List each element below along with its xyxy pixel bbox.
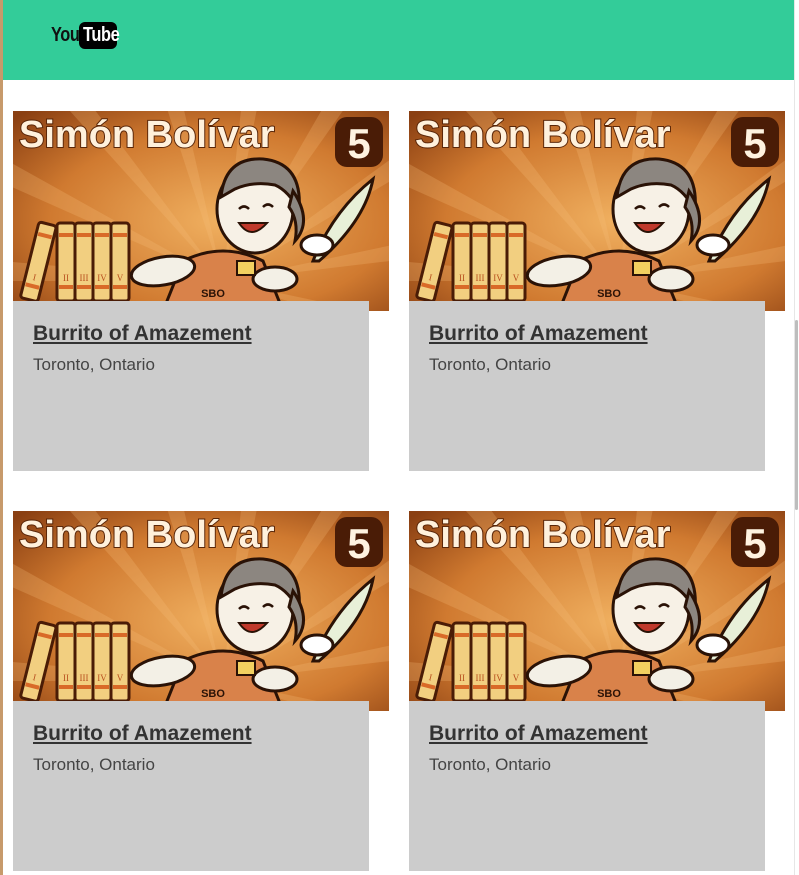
svg-text:II: II [63,273,69,283]
video-card[interactable]: Simón Bolívar 5 I II III IV V SBO Burrito of Am… [409,111,785,471]
video-card[interactable]: Simón Bolívar 5 I II III IV V SBO Burrito of Am… [13,111,389,471]
book-spine: II [451,621,473,703]
logo-text-you: You [51,24,80,46]
vertical-scrollbar[interactable] [794,0,799,875]
video-title-link[interactable]: Burrito of Amazement [429,721,745,747]
video-location: Toronto, Ontario [429,355,551,374]
thumbnail-artwork: Simón Bolívar 5I II III IV VSBO [13,111,389,311]
book-spine: IV [487,621,509,703]
video-thumbnail[interactable]: Simón Bolívar 5 I II III IV V SBO [13,511,389,711]
book-spine: IV [91,621,113,703]
svg-text:II: II [459,673,465,683]
episode-number: 5 [743,520,766,567]
card-info-panel: Burrito of Amazement Toronto, Ontario [409,301,765,471]
svg-text:V: V [513,673,520,683]
youtube-logo[interactable]: You Tube [51,22,120,49]
svg-text:III: III [476,673,485,683]
page-left-border [0,0,3,875]
thumbnail-heading: Simón Bolívar [415,514,671,556]
card-info-panel: Burrito of Amazement Toronto, Ontario [409,701,765,871]
svg-text:V: V [117,273,124,283]
card-info-panel: Burrito of Amazement Toronto, Ontario [13,301,369,471]
site-header: You Tube [3,0,794,80]
book-spine: IV [487,221,509,303]
book-spine: II [55,621,77,703]
thumbnail-heading: Simón Bolívar [415,114,671,156]
svg-text:III: III [80,273,89,283]
video-thumbnail[interactable]: Simón Bolívar 5 I II III IV V SBO [409,111,785,311]
thumbnail-artwork: Simón Bolívar 5I II III IV VSBO [409,111,785,311]
video-location: Toronto, Ontario [33,355,155,374]
thumbnail-artwork: Simón Bolívar 5I II III IV VSBO [409,511,785,711]
video-location: Toronto, Ontario [33,755,155,774]
episode-number: 5 [347,120,370,167]
uniform-initials: SBO [201,288,225,300]
svg-text:V: V [513,273,520,283]
video-title-link[interactable]: Burrito of Amazement [33,721,349,747]
thumbnail-heading: Simón Bolívar [19,114,275,156]
book-spine: V [109,221,131,303]
uniform-initials: SBO [597,288,621,300]
book-spine: II [55,221,77,303]
logo-text-tube: Tube [83,24,120,46]
video-location: Toronto, Ontario [429,755,551,774]
episode-number: 5 [743,120,766,167]
logo-badge-tube: Tube [79,22,120,49]
book-spine: V [109,621,131,703]
svg-text:V: V [117,673,124,683]
svg-text:IV: IV [493,273,503,283]
svg-text:II: II [63,673,69,683]
thumbnail-heading: Simón Bolívar [19,514,275,556]
card-info-panel: Burrito of Amazement Toronto, Ontario [13,701,369,871]
book-spine: III [469,621,491,703]
svg-text:IV: IV [97,673,107,683]
book-spine: III [73,221,95,303]
book-spine: V [505,221,527,303]
book-spine: II [451,221,473,303]
book-spine: III [469,221,491,303]
episode-number: 5 [347,520,370,567]
svg-text:III: III [80,673,89,683]
video-thumbnail[interactable]: Simón Bolívar 5 I II III IV V SBO [13,111,389,311]
svg-text:IV: IV [97,273,107,283]
thumbnail-artwork: Simón Bolívar 5I II III IV VSBO [13,511,389,711]
uniform-initials: SBO [201,688,225,700]
video-title-link[interactable]: Burrito of Amazement [33,321,349,347]
book-spine: IV [91,221,113,303]
video-thumbnail[interactable]: Simón Bolívar 5 I II III IV V SBO [409,511,785,711]
svg-text:III: III [476,273,485,283]
svg-text:II: II [459,273,465,283]
svg-text:IV: IV [493,673,503,683]
video-card[interactable]: Simón Bolívar 5 I II III IV V SBO Burrito of Am… [409,511,785,871]
uniform-initials: SBO [597,688,621,700]
video-card[interactable]: Simón Bolívar 5 I II III IV V SBO Burrito of Am… [13,511,389,871]
book-spine: III [73,621,95,703]
scrollbar-thumb[interactable] [795,320,798,510]
video-title-link[interactable]: Burrito of Amazement [429,321,745,347]
book-spine: V [505,621,527,703]
